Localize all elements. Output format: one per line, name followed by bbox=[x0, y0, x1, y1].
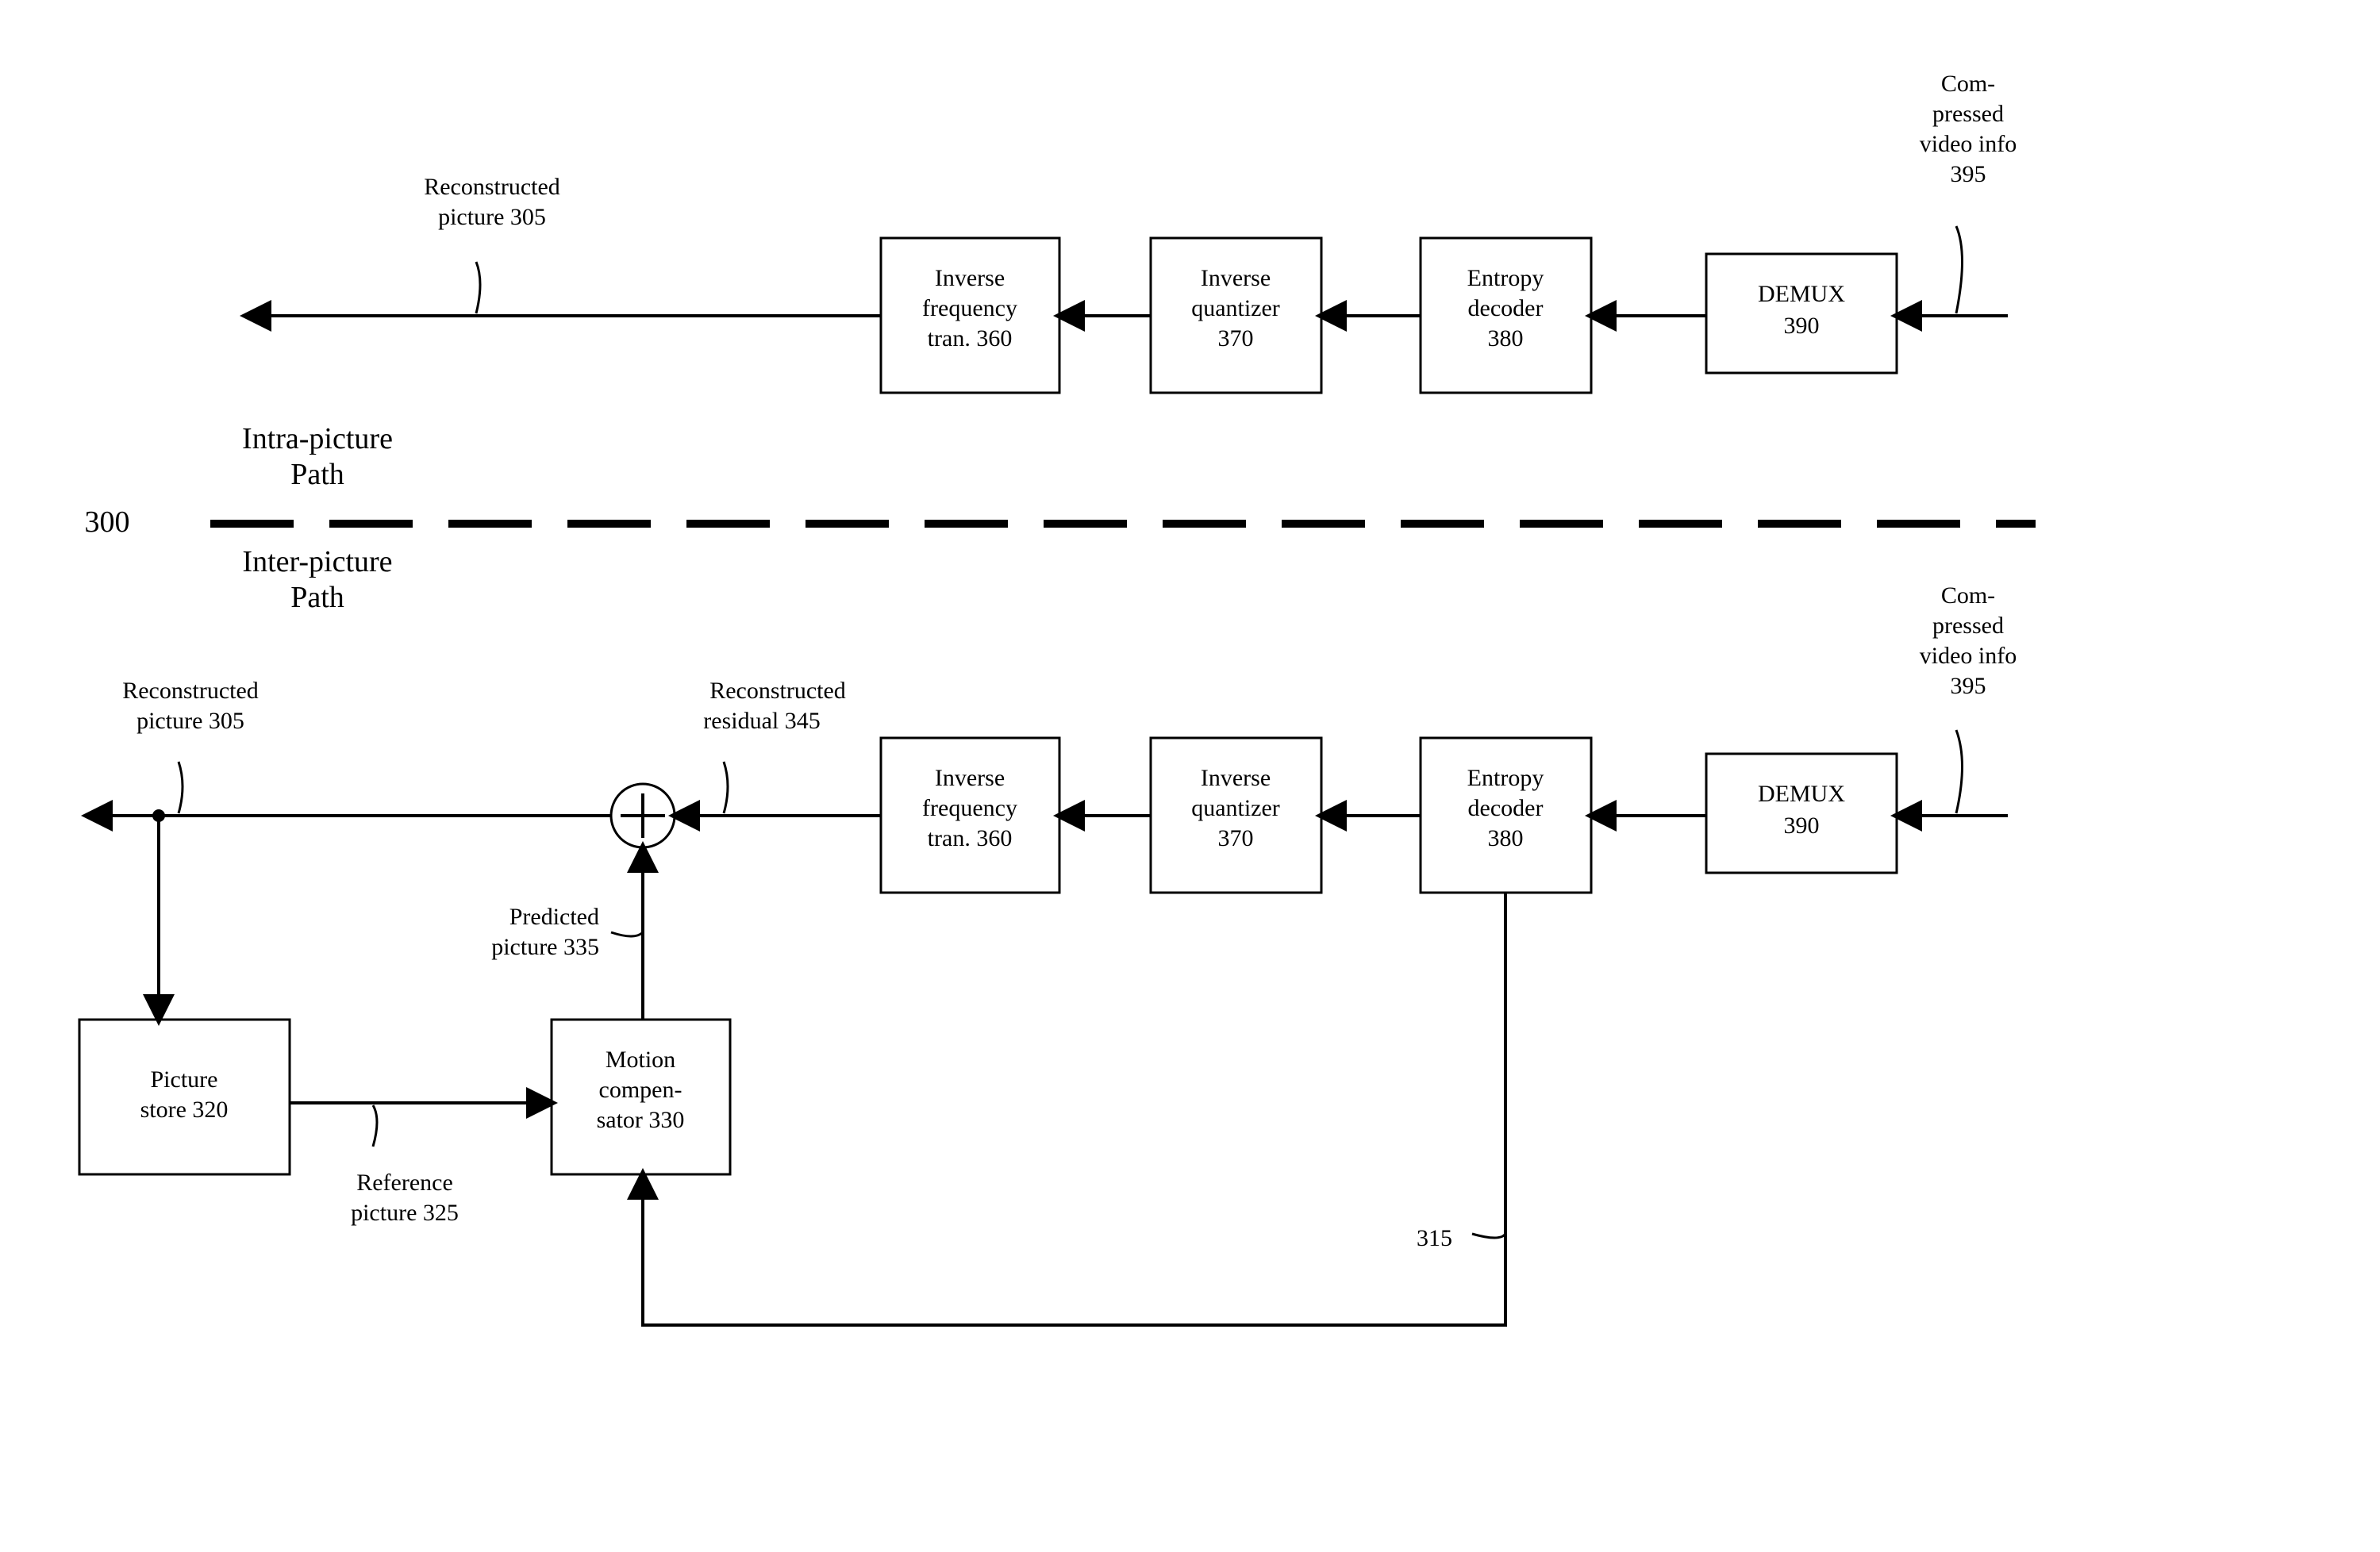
entropy-l1-inter: Entropy bbox=[1467, 765, 1544, 791]
ift-l3-intra: tran. 360 bbox=[928, 325, 1013, 352]
reference-l2: picture 325 bbox=[351, 1200, 459, 1226]
iq-l3-inter: 370 bbox=[1218, 825, 1254, 851]
ift-l3-inter: tran. 360 bbox=[928, 825, 1013, 851]
recon-l1-inter: Reconstructed bbox=[122, 678, 259, 704]
tick-residual bbox=[724, 762, 728, 813]
iq-l2-inter: quantizer bbox=[1191, 795, 1280, 821]
iq-l3-intra: 370 bbox=[1218, 325, 1254, 352]
demux-label-intra: DEMUX bbox=[1758, 281, 1845, 307]
ift-l1-intra: Inverse bbox=[935, 265, 1005, 291]
entropy-l2-inter: decoder bbox=[1468, 795, 1544, 821]
diagram-ref: 300 bbox=[85, 505, 130, 539]
predicted-l1: Predicted bbox=[509, 904, 599, 930]
mc-l1: Motion bbox=[606, 1047, 675, 1073]
iq-l1-inter: Inverse bbox=[1201, 765, 1271, 791]
residual-l2: residual 345 bbox=[703, 708, 820, 734]
intra-path-l2: Path bbox=[290, 458, 344, 491]
demux-ref-intra: 390 bbox=[1784, 313, 1820, 339]
entropy-l3-inter: 380 bbox=[1488, 825, 1524, 851]
demux-l1-inter: DEMUX bbox=[1758, 781, 1845, 807]
compressed-l3-intra: video info bbox=[1920, 131, 2017, 157]
entropy-l3-intra: 380 bbox=[1488, 325, 1524, 352]
reference-l1: Reference bbox=[356, 1170, 453, 1196]
tick-comp-inter bbox=[1956, 730, 1963, 813]
reconstructed-label-line1-intra: Reconstructed bbox=[424, 174, 560, 200]
intra-path-l1: Intra-picture bbox=[242, 422, 393, 455]
picstore-l2: store 320 bbox=[140, 1097, 229, 1123]
picstore-l1: Picture bbox=[151, 1066, 218, 1093]
compressed-l2-intra: pressed bbox=[1932, 101, 2004, 127]
mc-l2: compen- bbox=[599, 1077, 682, 1103]
iq-l1-intra: Inverse bbox=[1201, 265, 1271, 291]
compressed-l4-intra: 395 bbox=[1951, 161, 1986, 187]
inter-path-l1: Inter-picture bbox=[242, 545, 392, 578]
residual-l1: Reconstructed bbox=[709, 678, 846, 704]
ift-l1-inter: Inverse bbox=[935, 765, 1005, 791]
compressed-l3-inter: video info bbox=[1920, 643, 2017, 669]
iq-l2-intra: quantizer bbox=[1191, 295, 1280, 321]
predicted-l2: picture 335 bbox=[491, 934, 599, 960]
reconstructed-label-line2-intra: picture 305 bbox=[438, 204, 546, 230]
compressed-l4-inter: 395 bbox=[1951, 673, 1986, 699]
demux-l2-inter: 390 bbox=[1784, 812, 1820, 839]
compressed-l2-inter: pressed bbox=[1932, 613, 2004, 639]
ift-l2-inter: frequency bbox=[922, 795, 1017, 821]
decoder-diagram: DEMUX 390 Entropy decoder 380 Inverse qu… bbox=[0, 0, 2380, 1552]
tick-recon-intra bbox=[476, 262, 480, 313]
recon-l2-inter: picture 305 bbox=[136, 708, 244, 734]
compressed-l1-inter: Com- bbox=[1941, 582, 1995, 609]
tick-recon-inter bbox=[179, 762, 183, 813]
tick-predicted bbox=[611, 932, 643, 936]
tick-reference bbox=[373, 1105, 377, 1147]
sideinfo-ref: 315 bbox=[1417, 1225, 1452, 1251]
entropy-l1-intra: Entropy bbox=[1467, 265, 1544, 291]
mc-l3: sator 330 bbox=[597, 1107, 685, 1133]
tick-comp-intra bbox=[1956, 226, 1963, 313]
inter-path-l2: Path bbox=[290, 581, 344, 614]
ift-l2-intra: frequency bbox=[922, 295, 1017, 321]
entropy-l2-intra: decoder bbox=[1468, 295, 1544, 321]
compressed-l1-intra: Com- bbox=[1941, 71, 1995, 97]
arrow-entropy-to-mc bbox=[643, 893, 1505, 1325]
tick-315 bbox=[1472, 1234, 1505, 1238]
